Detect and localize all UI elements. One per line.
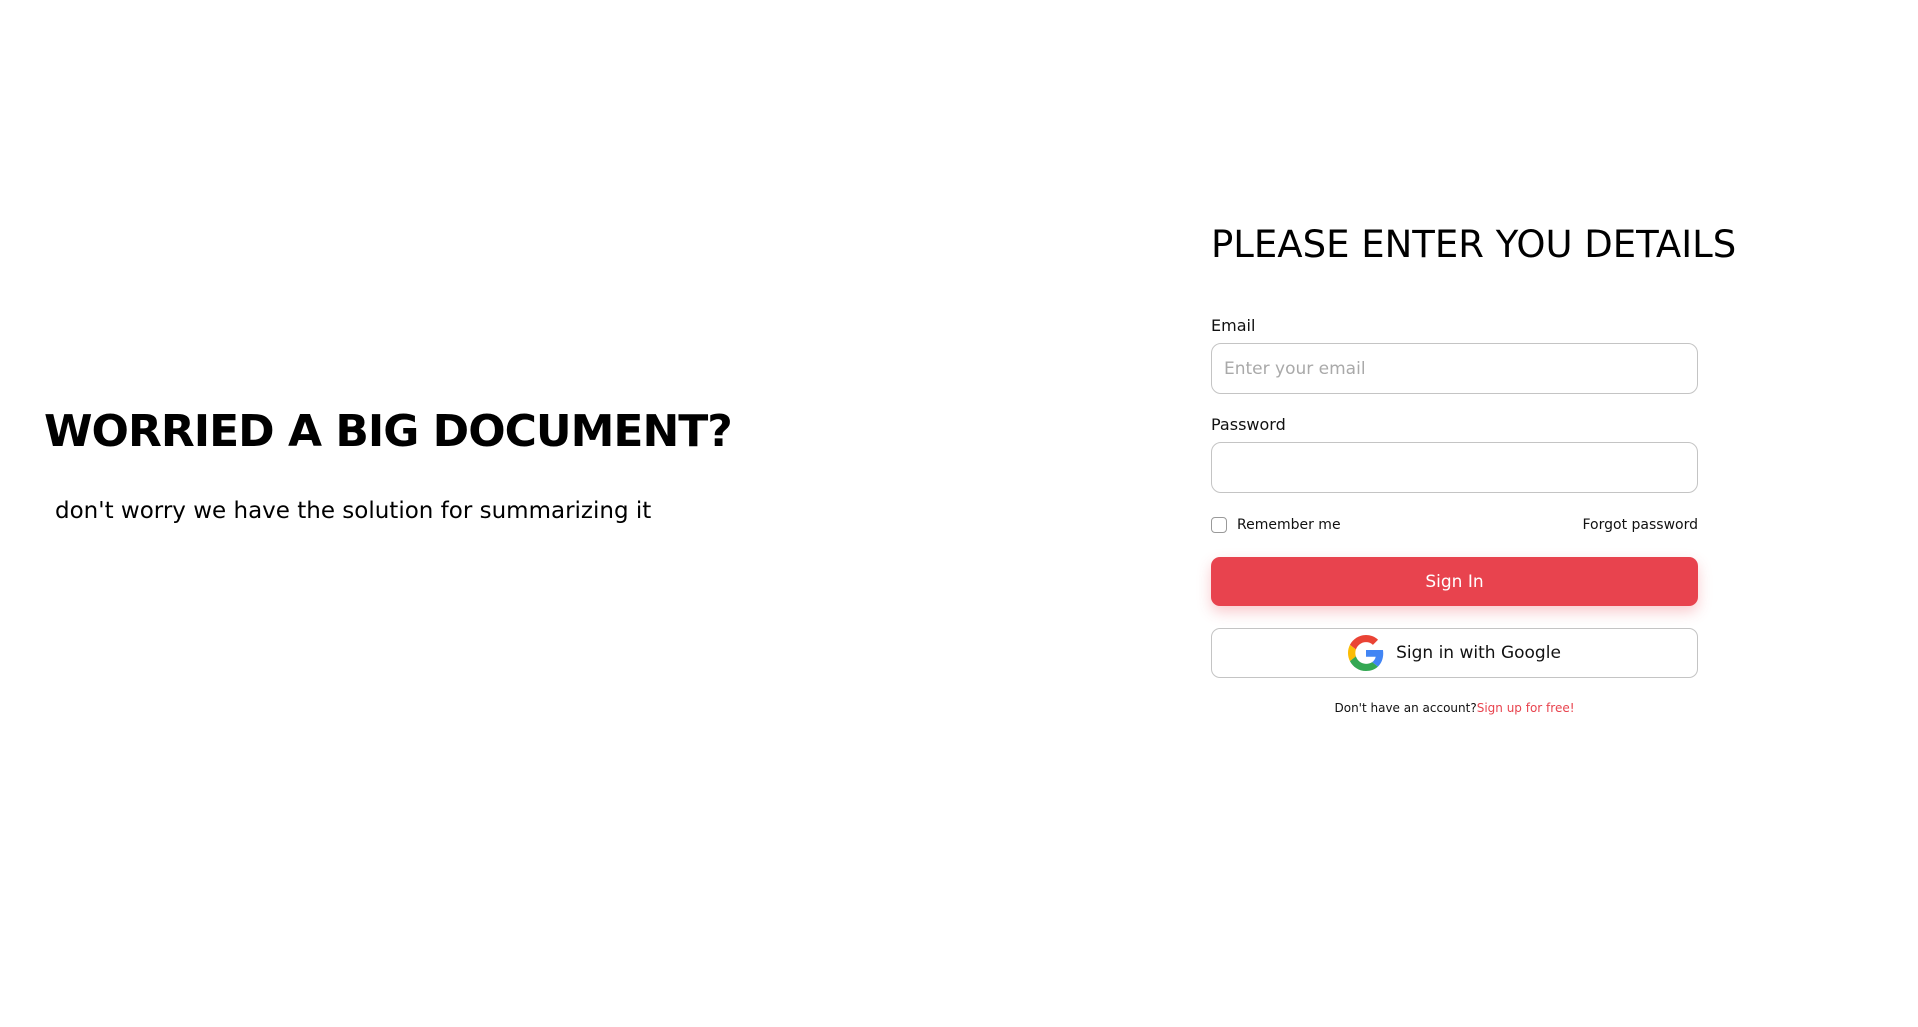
- signup-prompt: Don't have an account?: [1334, 701, 1477, 715]
- login-page: WORRIED A BIG DOCUMENT? don't worry we h…: [0, 0, 1918, 1027]
- remember-me-toggle[interactable]: Remember me: [1211, 517, 1341, 533]
- password-input[interactable]: [1211, 442, 1698, 493]
- hero-section: WORRIED A BIG DOCUMENT? don't worry we h…: [44, 404, 804, 526]
- remember-me-label[interactable]: Remember me: [1237, 517, 1341, 533]
- google-sign-in-label[interactable]: Sign in with Google: [1396, 643, 1561, 663]
- hero-title: WORRIED A BIG DOCUMENT?: [44, 406, 733, 457]
- forgot-password-link[interactable]: Forgot password: [1583, 517, 1699, 533]
- google-sign-in-button[interactable]: Sign in with Google: [1211, 628, 1698, 678]
- login-form: PLEASE ENTER YOU DETAILS Email Password …: [1211, 220, 1737, 716]
- google-g-icon: [1348, 635, 1384, 671]
- sign-in-button[interactable]: Sign In: [1211, 557, 1698, 606]
- password-label: Password: [1211, 415, 1286, 434]
- form-heading: PLEASE ENTER YOU DETAILS: [1211, 223, 1737, 266]
- checkbox-unchecked-icon[interactable]: [1211, 517, 1227, 533]
- signup-row: Don't have an account?Sign up for free!: [1211, 700, 1698, 716]
- email-label: Email: [1211, 316, 1256, 335]
- signup-link[interactable]: Sign up for free!: [1477, 701, 1575, 715]
- hero-subtitle: don't worry we have the solution for sum…: [55, 498, 652, 524]
- form-options-row: Remember me Forgot password: [1211, 515, 1698, 535]
- email-input[interactable]: [1211, 343, 1698, 394]
